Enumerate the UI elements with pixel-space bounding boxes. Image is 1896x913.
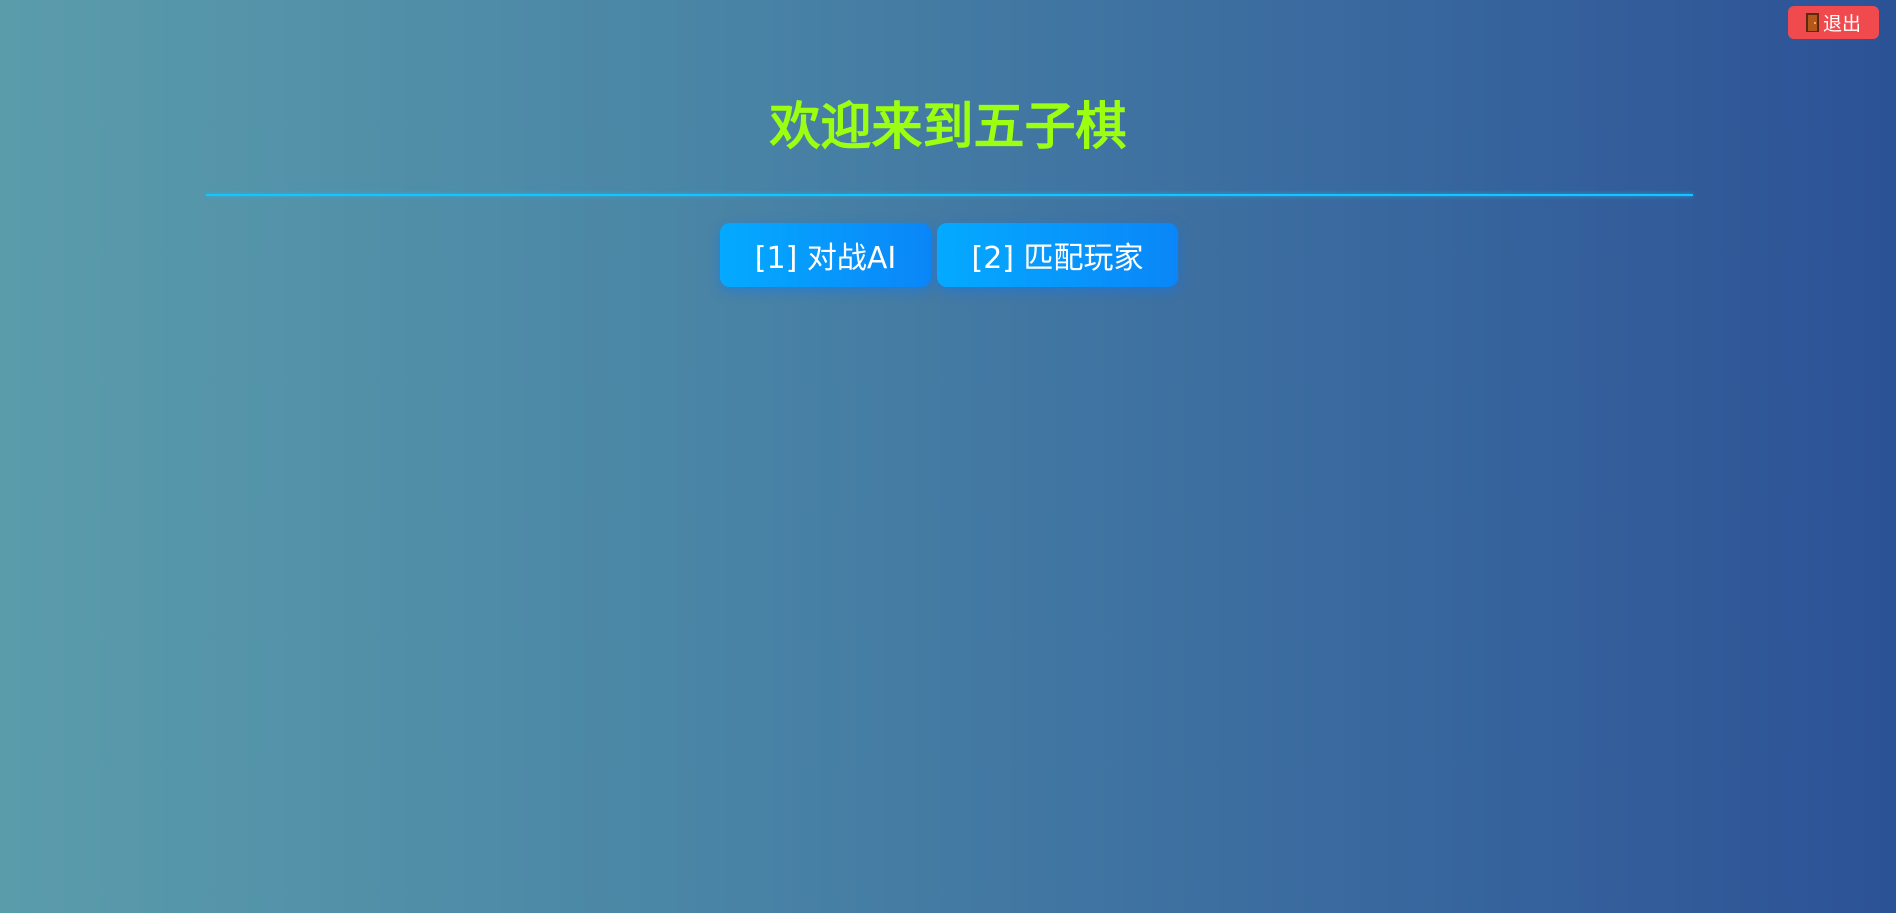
door-icon — [1805, 13, 1819, 32]
exit-button[interactable]: 退出 — [1788, 6, 1879, 39]
title-divider — [206, 194, 1693, 196]
exit-label: 退出 — [1822, 13, 1861, 35]
play-vs-ai-button[interactable]: [1] 对战AI — [720, 223, 931, 287]
page-title: 欢迎来到五子棋 — [769, 98, 1127, 157]
match-player-button[interactable]: [2] 匹配玩家 — [937, 223, 1178, 287]
mode-button-group: [1] 对战AI [2] 匹配玩家 — [720, 223, 1178, 287]
